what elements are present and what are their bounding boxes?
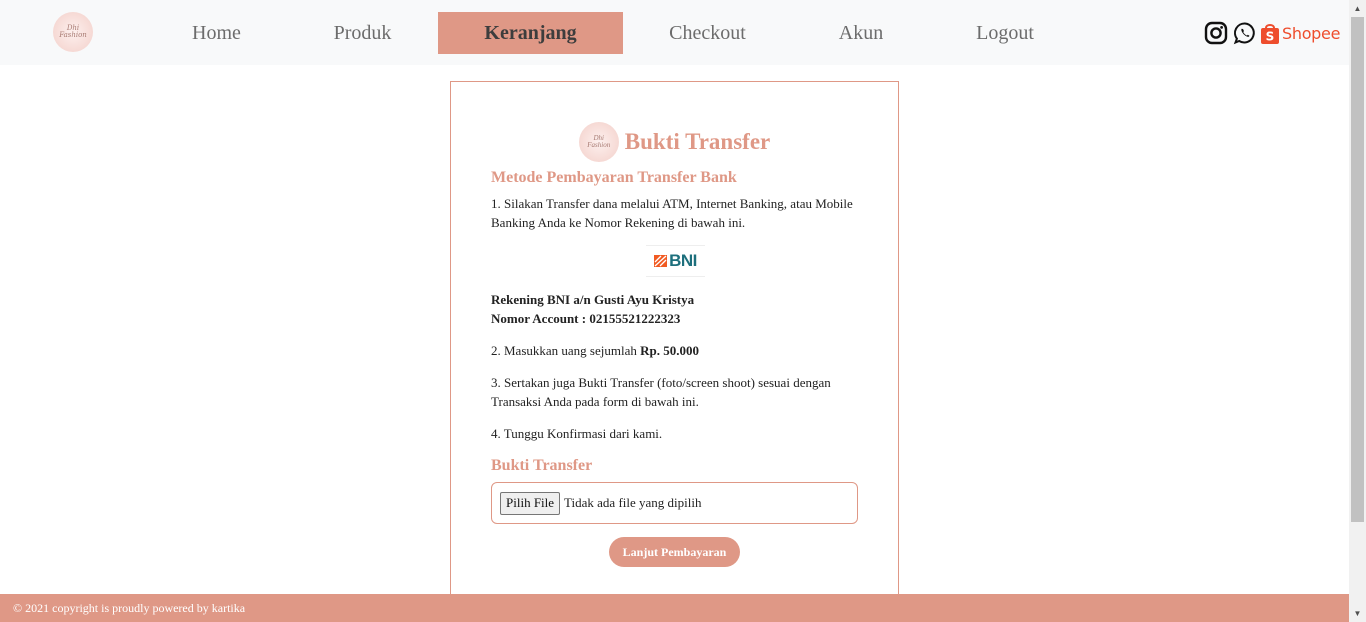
shopee-icon[interactable]: S Shopee [1260,21,1340,45]
continue-payment-button[interactable]: Lanjut Pembayaran [609,537,740,567]
account-name: Rekening BNI a/n Gusti Ayu Kristya [491,292,695,307]
file-status-text: Tidak ada file yang dipilih [564,495,702,510]
vertical-scrollbar[interactable]: ▲ ▼ [1349,0,1366,622]
nav-akun[interactable]: Akun [820,12,902,54]
scrollbar-thumb[interactable] [1351,17,1364,522]
bni-logo-text: BNI [669,251,697,270]
nav-logout[interactable]: Logout [960,12,1050,54]
payment-card: Dhi Fashion Bukti Transfer Metode Pembaya… [450,81,899,611]
scroll-down-icon[interactable]: ▼ [1349,605,1366,622]
step-2-prefix: 2. Masukkan uang sejumlah [491,343,641,358]
transfer-amount: Rp. 50.000 [640,343,699,358]
choose-file-button[interactable]: Pilih File [500,491,561,515]
upload-title: Bukti Transfer [491,457,593,474]
brand-logo[interactable]: Dhi Fashion [53,12,93,52]
instagram-icon[interactable] [1204,21,1228,45]
scroll-up-icon[interactable]: ▲ [1349,0,1366,17]
page-title: Bukti Transfer [624,129,771,154]
nav-produk[interactable]: Produk [315,12,410,54]
step-3-text: 3. Sertakan juga Bukti Transfer (foto/sc… [491,375,831,409]
card-header: Dhi Fashion Bukti Transfer [451,122,898,162]
bni-logo: BNI [646,245,705,277]
nav-checkout[interactable]: Checkout [655,12,760,54]
social-links: S Shopee [1204,20,1340,46]
shopee-label: Shopee [1282,23,1341,43]
nav-keranjang[interactable]: Keranjang [438,12,623,54]
step-1-text: 1. Silakan Transfer dana melalui ATM, In… [491,196,853,230]
nav-home[interactable]: Home [170,12,263,54]
footer-copyright: © 2021 copyright is proudly powered by k… [13,600,246,615]
step-2-text: 2. Masukkan uang sejumlah Rp. 50.000 [491,341,861,360]
card-logo: Dhi Fashion [578,122,619,162]
account-number: Nomor Account : 02155521222323 [491,311,681,326]
file-upload-field[interactable]: Pilih File Tidak ada file yang dipilih [491,482,858,524]
navbar: Dhi Fashion Home Produk Keranjang Checkou… [0,0,1349,65]
step-4-text: 4. Tunggu Konfirmasi dari kami. [491,426,663,441]
whatsapp-icon[interactable] [1233,21,1257,45]
payment-method-title: Metode Pembayaran Transfer Bank [491,169,737,186]
svg-text:S: S [1266,30,1275,44]
footer: © 2021 copyright is proudly powered by k… [0,594,1349,622]
